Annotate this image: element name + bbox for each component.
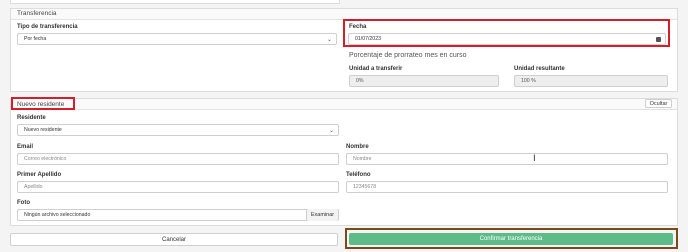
ocultar-button[interactable]: Ocultar <box>645 99 672 108</box>
unidad-transferir-label: Unidad a transferir <box>349 66 403 72</box>
telefono-label: Teléfono <box>346 172 371 178</box>
tipo-transferencia-label: Tipo de transferencia <box>17 24 78 30</box>
chevron-down-icon: ⌄ <box>326 37 332 43</box>
apellido-placeholder: Apellido <box>24 184 43 190</box>
unidad-resultante-value: 100 % <box>521 78 536 84</box>
unidad-transferir-value: 0% <box>356 78 364 84</box>
foto-file-input[interactable]: Ningún archivo seleccionado Examinar <box>17 209 339 221</box>
fecha-highlight-box <box>343 19 670 47</box>
resident-title-highlight-box <box>11 97 75 110</box>
examinar-button[interactable]: Examinar <box>306 209 338 221</box>
telefono-placeholder: 12345678 <box>353 184 377 190</box>
residente-label: Residente <box>17 115 46 121</box>
foto-value: Ningún archivo seleccionado <box>24 212 91 218</box>
tipo-transferencia-select[interactable]: Por fecha ⌄ <box>17 33 337 45</box>
email-field[interactable]: Correo electrónico <box>17 153 339 165</box>
residente-select[interactable]: Nuevo residente ⌄ <box>17 124 339 136</box>
resident-panel-header <box>11 99 677 110</box>
top-panel-remnant <box>10 0 340 4</box>
transfer-section-title: Transferencia <box>17 10 57 17</box>
nombre-field[interactable]: Nombre <box>346 153 668 165</box>
tipo-transferencia-value: Por fecha <box>24 36 47 42</box>
nombre-label: Nombre <box>346 144 369 150</box>
unidad-resultante-field: 100 % <box>514 75 668 87</box>
cancel-button[interactable]: Cancelar <box>10 233 338 246</box>
apellido-label: Primer Apellido <box>17 172 62 178</box>
nombre-placeholder: Nombre <box>353 156 372 162</box>
unidad-transferir-field: 0% <box>349 75 499 87</box>
telefono-field[interactable]: 12345678 <box>346 181 668 193</box>
unidad-resultante-label: Unidad resultante <box>514 66 565 72</box>
email-placeholder: Correo electrónico <box>24 156 67 162</box>
email-label: Email <box>17 144 34 150</box>
text-cursor-icon: I <box>533 154 536 164</box>
foto-label: Foto <box>17 200 30 206</box>
chevron-down-icon: ⌄ <box>328 128 334 134</box>
confirm-transfer-button[interactable]: Confirmar transferencia <box>349 233 673 245</box>
prorrateo-text: Porcentaje de prorrateo mes en curso <box>349 52 467 59</box>
apellido-field[interactable]: Apellido <box>17 181 339 193</box>
residente-value: Nuevo residente <box>24 127 62 133</box>
